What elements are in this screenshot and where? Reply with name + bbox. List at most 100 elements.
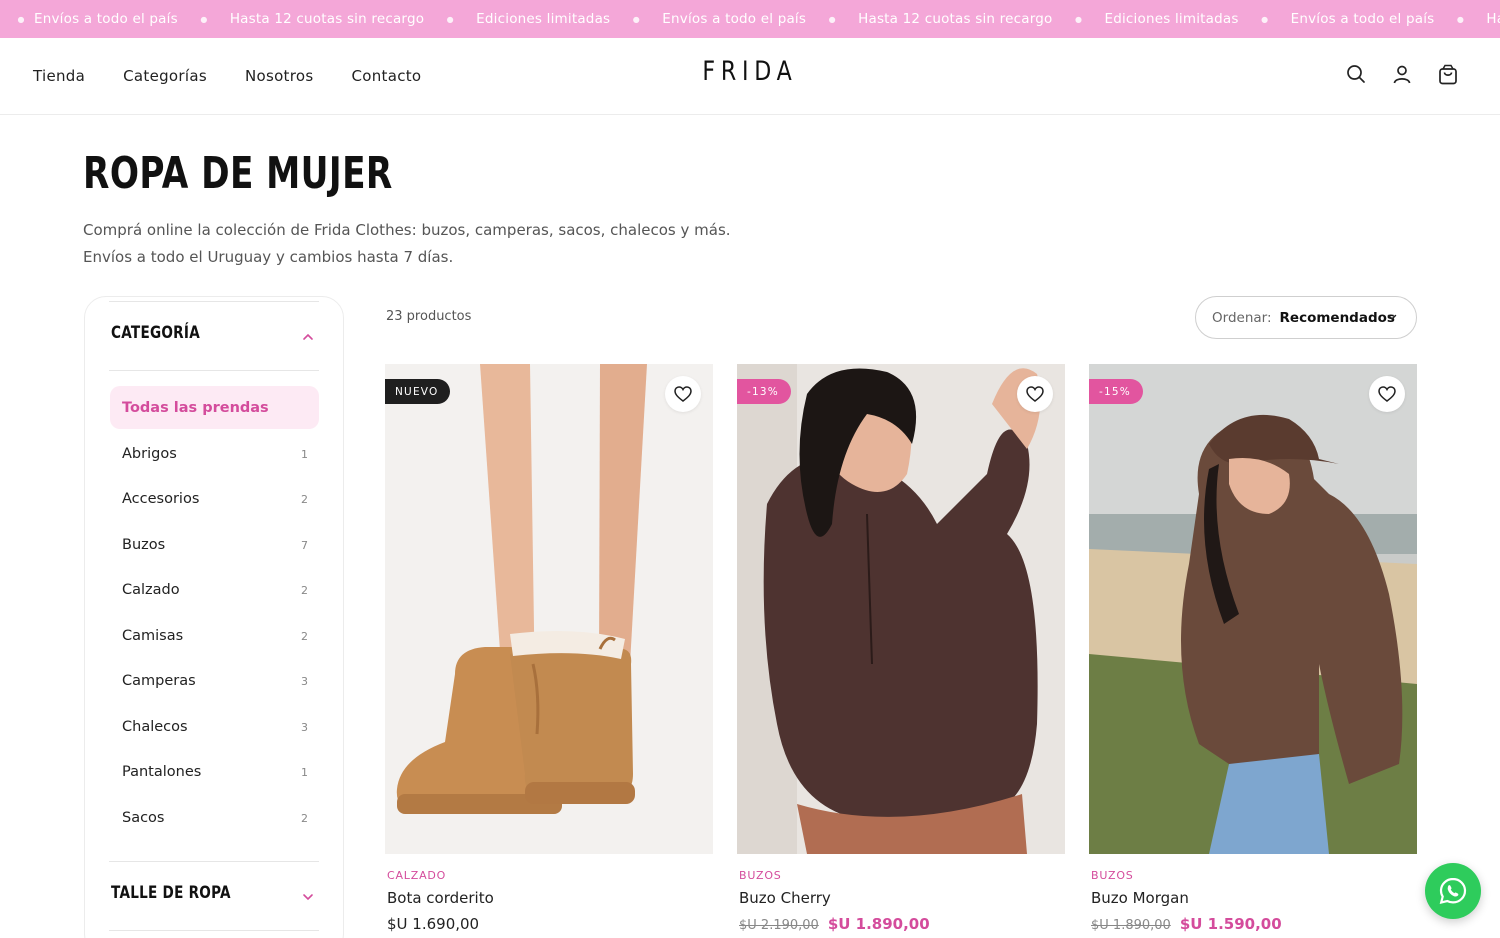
category-filter-heading[interactable]: CATEGORÍA [111,323,200,343]
product-name[interactable]: Bota corderito [387,889,713,907]
category-item-camisas[interactable]: Camisas 2 [122,624,308,648]
category-label: Buzos [122,537,166,553]
category-label: Camisas [122,628,184,644]
product-card[interactable]: -15% BUZOS Buzo Morgan $U 1.890,00 $U 1.… [1089,364,1417,933]
category-item-buzos[interactable]: Buzos 7 [122,533,308,557]
category-count: 7 [301,538,308,552]
search-icon[interactable] [1344,62,1368,86]
old-price: $U 2.190,00 [739,918,819,933]
product-price: $U 1.890,00 $U 1.590,00 [1091,915,1417,933]
announcement-item: Envíos a todo el país [1290,11,1435,27]
category-count: 2 [301,811,308,825]
separator-dot: ● [1456,14,1464,24]
sort-label: Ordenar: [1212,309,1272,326]
separator-dot: ● [17,14,25,24]
product-card[interactable]: NUEVO CALZADO Bota corderito $U 1.690,00 [385,364,713,933]
announcement-bar: ● Envíos a todo el país ● Hasta 12 cuota… [0,0,1500,38]
product-name[interactable]: Buzo Cherry [739,889,1065,907]
product-category: CALZADO [387,869,447,882]
separator-dot: ● [200,14,208,24]
old-price: $U 1.890,00 [1091,918,1171,933]
category-count: 2 [301,492,308,506]
chevron-down-icon[interactable] [301,889,315,903]
cart-icon[interactable] [1436,62,1460,86]
category-count: 1 [301,765,308,779]
announcement-item: Hasta 12 cuotas sin recargo [858,11,1053,27]
discount-badge: -13% [737,379,791,404]
wishlist-button[interactable] [1369,376,1405,412]
chevron-up-icon[interactable] [301,329,315,343]
announcement-track: ● Envíos a todo el país ● Hasta 12 cuota… [8,0,1500,38]
description-line: Envíos a todo el Uruguay y cambios hasta… [83,248,454,266]
price: $U 1.690,00 [387,915,480,933]
divider [109,930,319,931]
product-price: $U 2.190,00 $U 1.890,00 [739,915,1065,933]
announcement-item: Ediciones limitadas [476,11,611,27]
sort-dropdown[interactable]: Ordenar: Recomendados [1195,296,1417,339]
sale-price: $U 1.590,00 [1179,915,1282,933]
category-count: 1 [301,447,308,461]
header-icons [1344,62,1460,86]
category-count: 3 [301,674,308,688]
category-label: Sacos [122,810,165,826]
product-price: $U 1.690,00 [387,915,713,933]
heart-icon [1378,386,1396,402]
category-count: 3 [301,720,308,734]
announcement-item: Ediciones limitadas [1104,11,1239,27]
filter-sidebar: CATEGORÍA Todas las prendas Abrigos 1 Ac… [84,296,344,938]
heart-icon [674,386,692,402]
category-label: Abrigos [122,446,177,462]
product-name[interactable]: Buzo Morgan [1091,889,1417,907]
category-item-camperas[interactable]: Camperas 3 [122,669,308,693]
category-label: Chalecos [122,719,188,735]
category-count: 2 [301,629,308,643]
category-item-pantalones[interactable]: Pantalones 1 [122,760,308,784]
category-all-active[interactable]: Todas las prendas [110,386,319,429]
announcement-item: Hasta [1486,11,1500,27]
account-icon[interactable] [1390,62,1414,86]
product-category: BUZOS [739,869,782,882]
sale-price: $U 1.890,00 [827,915,930,933]
nav-link-tienda[interactable]: Tienda [33,67,85,85]
new-badge: NUEVO [385,379,451,404]
category-item-sacos[interactable]: Sacos 2 [122,806,308,830]
announcement-item: Envíos a todo el país [34,11,178,27]
announcement-item: Hasta 12 cuotas sin recargo [229,11,425,27]
separator-dot: ● [446,14,454,24]
heart-icon [1026,386,1044,402]
product-image[interactable]: NUEVO [385,364,713,854]
category-item-calzado[interactable]: Calzado 2 [122,578,308,602]
description-line: Comprá online la colección de Frida Clot… [83,221,731,239]
category-label: Calzado [122,582,180,598]
page-title: ROPA DE MUJER [83,148,393,199]
divider [109,301,319,302]
product-image[interactable]: -13% [737,364,1065,854]
announcement-item: Envíos a todo el país [662,11,807,27]
site-header: Tienda Categorías Nosotros Contacto FRID… [0,38,1500,115]
logo[interactable]: FRIDA [135,56,1365,87]
product-card[interactable]: -13% BUZOS Buzo Cherry $U 2.190,00 $U 1.… [737,364,1065,933]
category-item-abrigos[interactable]: Abrigos 1 [122,442,308,466]
whatsapp-button[interactable] [1425,863,1481,919]
category-label: Pantalones [122,764,202,780]
separator-dot: ● [1261,14,1269,24]
discount-badge: -15% [1089,379,1143,404]
divider [109,861,319,862]
sort-value: Recomendados [1279,309,1395,326]
product-count: 23 productos [386,309,472,324]
category-item-chalecos[interactable]: Chalecos 3 [122,715,308,739]
product-image[interactable]: -15% [1089,364,1417,854]
separator-dot: ● [1074,14,1082,24]
page-description: Comprá online la colección de Frida Clot… [83,217,763,271]
category-count: 2 [301,583,308,597]
size-filter-heading[interactable]: TALLE DE ROPA [111,883,231,903]
divider [109,370,319,371]
category-label: Accesorios [122,491,200,507]
product-category: BUZOS [1091,869,1134,882]
separator-dot: ● [632,14,640,24]
category-item-accesorios[interactable]: Accesorios 2 [122,487,308,511]
chevron-down-icon [1386,311,1398,323]
wishlist-button[interactable] [665,376,701,412]
wishlist-button[interactable] [1017,376,1053,412]
whatsapp-icon [1439,877,1467,905]
